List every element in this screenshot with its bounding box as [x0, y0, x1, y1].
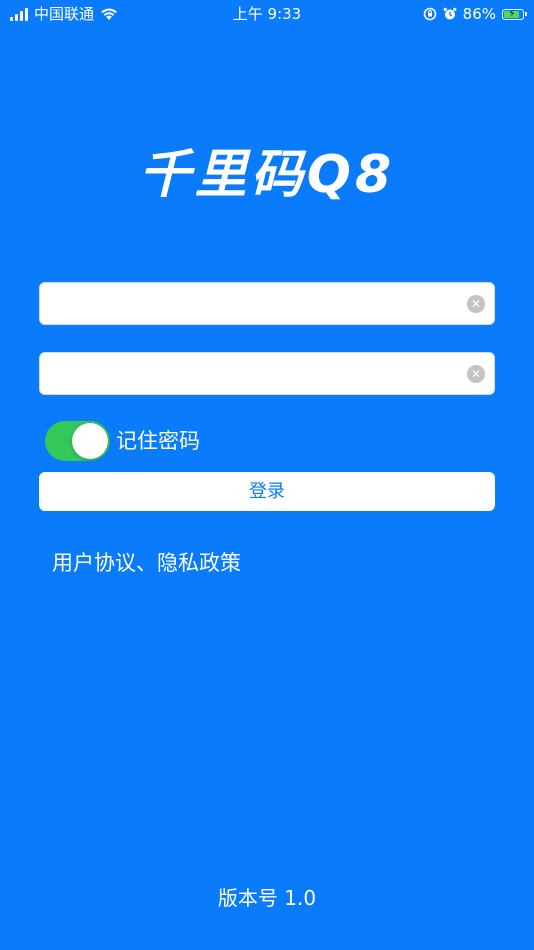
remember-password-label: 记住密码 [116, 429, 200, 453]
status-bar: 中国联通 上午 9:33 86% ⚡ [0, 0, 534, 28]
battery-icon: ⚡ [502, 6, 527, 20]
alarm-icon [443, 7, 457, 20]
login-button[interactable]: 登录 [39, 472, 495, 511]
toggle-knob [72, 423, 108, 459]
password-field[interactable]: ✕ [39, 352, 495, 395]
remember-password-toggle[interactable] [45, 421, 110, 461]
orientation-lock-icon [423, 7, 436, 21]
clear-username-icon[interactable]: ✕ [467, 295, 485, 313]
username-input[interactable] [50, 283, 460, 324]
username-field[interactable]: ✕ [39, 282, 495, 325]
version-label: 版本号 1.0 [217, 886, 317, 910]
password-input[interactable] [50, 353, 460, 394]
clear-password-icon[interactable]: ✕ [467, 365, 485, 383]
status-right: 86% ⚡ [423, 4, 527, 24]
user-agreement-privacy-link[interactable]: 用户协议、隐私政策 [52, 548, 241, 578]
app-title: 千里码Q8 [138, 145, 396, 205]
battery-percent: 86% [462, 5, 496, 23]
remember-password-row: 记住密码 [45, 421, 200, 461]
charging-bolt-icon: ⚡ [508, 6, 516, 20]
